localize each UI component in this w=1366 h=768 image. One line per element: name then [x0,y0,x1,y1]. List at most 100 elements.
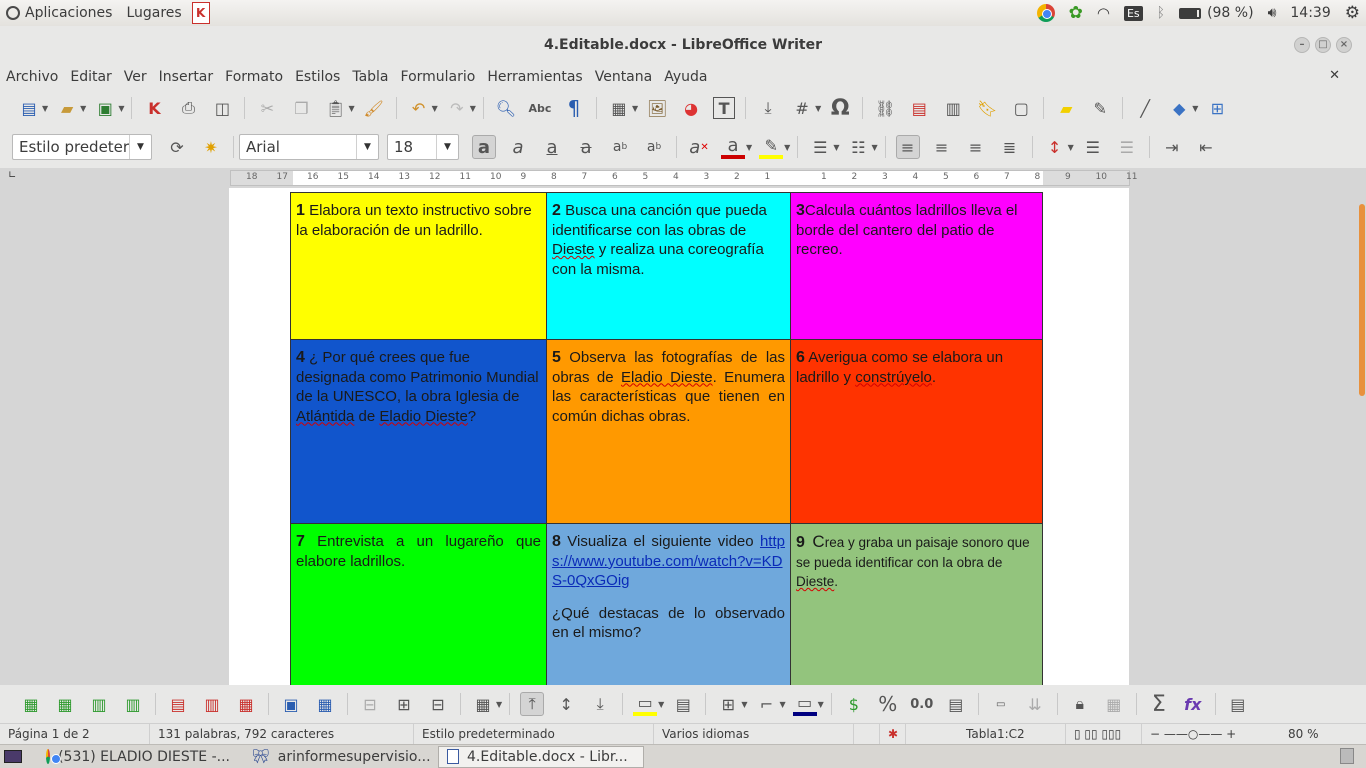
system-gear-icon[interactable]: ⚙ [1345,3,1360,23]
menu-tabla[interactable]: Tabla [352,69,388,85]
new-style-icon[interactable]: ✷ [199,135,223,159]
increase-indent-icon[interactable]: ⇥ [1160,135,1184,159]
taskbar-item-writer[interactable]: 4.Editable.docx - Libr... [438,745,644,768]
subscript-icon[interactable]: ab [642,135,666,159]
comment-ref-icon[interactable]: ▥ [941,96,965,120]
number-format-decimal-icon[interactable]: 0.0 [910,692,934,716]
formatting-marks-icon[interactable]: ¶ [562,96,586,120]
align-right-icon[interactable]: ≡ [964,135,988,159]
sum-icon[interactable]: Σ [1147,692,1171,717]
show-desktop-icon[interactable] [0,746,26,768]
decrease-indent-icon[interactable]: ⇤ [1194,135,1218,159]
select-table-icon[interactable]: ▦ [313,692,337,716]
language[interactable]: Varios idiomas [654,723,854,745]
menu-ventana[interactable]: Ventana [595,69,653,85]
open-folder-icon[interactable]: ▰ [55,96,79,120]
paragraph-style-combo[interactable]: Estilo predeter ▼ [12,134,152,160]
zoom-level[interactable]: 80 % [1280,724,1320,745]
insert-image-icon[interactable]: 🖼︎ [645,96,669,120]
insert-columns-before-icon[interactable]: ▥ [87,692,111,716]
font-size-combo[interactable]: 18 ▼ [387,134,459,160]
insert-chart-icon[interactable]: ◕ [679,96,703,120]
cross-reference-icon[interactable]: ▢ [1009,96,1033,120]
font-name-combo[interactable]: Arial ▼ [239,134,379,160]
volume-icon[interactable]: 🔊︎ [1268,5,1277,21]
unprotect-cells-icon[interactable]: ▦ [1102,692,1126,716]
menu-editar[interactable]: Editar [70,69,111,85]
autoformat-icon[interactable]: ▤ [671,692,695,716]
clone-formatting-icon[interactable]: 🖌︎ [362,96,386,120]
view-layout-icons[interactable]: ▯ ▯▯ ▯▯▯ [1066,723,1142,745]
number-format-percent-icon[interactable]: % [876,692,900,716]
line-icon[interactable]: ╱ [1133,96,1157,120]
bluetooth-icon[interactable]: ᛒ [1157,5,1165,21]
update-style-icon[interactable]: ⟳ [165,135,189,159]
clock[interactable]: 14:39 [1290,5,1330,21]
split-cells-icon[interactable]: ⊞ [392,692,416,716]
sort-icon[interactable]: ⇊ [1023,692,1047,716]
export-pdf-icon[interactable]: K [142,96,166,120]
tab-stop-selector-icon[interactable]: ∟ [8,170,16,181]
table-cell-6[interactable]: 6 Averigua como se elabora un ladrillo y… [790,339,1043,524]
print-preview-icon[interactable]: ◫ [210,96,234,120]
bold-icon[interactable]: a [472,135,496,159]
page-break-icon[interactable]: ⤓ [756,96,780,120]
document-area[interactable]: 1 Elabora un texto instructivo sobre la … [0,188,1358,685]
increase-paragraph-spacing-icon[interactable]: ☰ [1081,135,1105,159]
page-style[interactable]: Estilo predeterminado [414,723,654,745]
spellcheck-icon[interactable]: Abc [528,96,552,120]
table-cell-1[interactable]: 1 Elabora un texto instructivo sobre la … [290,192,547,340]
number-format-icon[interactable]: ▤ [944,692,968,716]
paste-icon[interactable]: 📋︎ [323,96,347,120]
wifi-icon[interactable]: ◠ [1097,4,1110,22]
center-vertically-icon[interactable]: ↕ [554,692,578,716]
insert-rows-above-icon[interactable]: ▦ [19,692,43,716]
insert-columns-after-icon[interactable]: ▥ [121,692,145,716]
menu-herramientas[interactable]: Herramientas [487,69,582,85]
table-properties-icon[interactable]: ▤ [1226,692,1250,716]
border-color-icon[interactable]: ▭ [792,692,817,716]
bullet-list-icon[interactable]: ☰ [808,135,832,159]
basic-shapes-icon[interactable]: ◆ [1167,96,1191,120]
highlight-color-icon[interactable]: ✎ [759,135,784,159]
close-window-button[interactable]: × [1336,37,1352,53]
menu-insertar[interactable]: Insertar [159,69,214,85]
word-count[interactable]: 131 palabras, 792 caracteres [150,723,414,745]
menu-formulario[interactable]: Formulario [401,69,476,85]
activity-table[interactable]: 1 Elabora un texto instructivo sobre la … [290,192,1043,685]
align-top-icon[interactable]: ⤒ [520,692,545,716]
minimize-button[interactable]: – [1294,37,1310,53]
new-document-icon[interactable]: ▤ [17,96,41,120]
save-icon[interactable]: ▣ [93,96,117,120]
formula-icon[interactable]: fx [1181,692,1205,716]
insert-field-icon[interactable]: # [790,96,814,120]
superscript-icon[interactable]: ab [608,135,632,159]
taskbar-item-informe[interactable]: 🎀︎ arinformesupervisio... [244,746,432,768]
insert-caption-icon[interactable]: ▭ [989,692,1013,716]
optimize-size-icon[interactable]: ▦ [471,692,495,716]
split-table-icon[interactable]: ⊟ [426,692,450,716]
delete-rows-icon[interactable]: ▤ [166,692,190,716]
scrollbar-thumb[interactable] [1359,204,1365,396]
taskbar-item-chrome[interactable]: (531) ELADIO DIESTE -... [38,746,238,768]
horizontal-ruler[interactable]: 18 17 16 15 14 13 12 11 10 9 8 7 6 5 4 3 2 1 1 2 3 4 5 6 7 8 9 10 11 [230,170,1137,186]
insert-table-icon[interactable]: ▦ [607,96,631,120]
menu-ver[interactable]: Ver [124,69,147,85]
special-character-icon[interactable]: Ω [828,96,852,121]
zoom-slider[interactable]: − ——○—— + [1142,724,1280,745]
cut-icon[interactable]: ✂ [255,96,279,120]
align-left-icon[interactable]: ≡ [895,135,920,159]
trash-icon[interactable] [1340,748,1354,764]
table-cell-9[interactable]: 9 Crea y graba un paisaje sonoro que se … [790,523,1043,685]
delete-table-icon[interactable]: ▦ [234,692,258,716]
draw-functions-icon[interactable]: ⊞ [1205,96,1229,120]
justify-icon[interactable]: ≣ [998,135,1022,159]
underline-icon[interactable]: a [540,135,564,159]
border-style-icon[interactable]: ⌐ [754,692,778,716]
keyboard-layout-indicator[interactable]: Es [1123,5,1143,21]
maximize-button[interactable]: □ [1315,37,1331,53]
print-icon[interactable]: ⎙ [176,96,200,120]
table-cell-5[interactable]: 5 Observa las fotografías de las obras d… [546,339,791,524]
table-cell-8[interactable]: 8 Visualiza el siguiente video https://w… [546,523,791,685]
chrome-tray-icon[interactable] [1036,4,1055,22]
